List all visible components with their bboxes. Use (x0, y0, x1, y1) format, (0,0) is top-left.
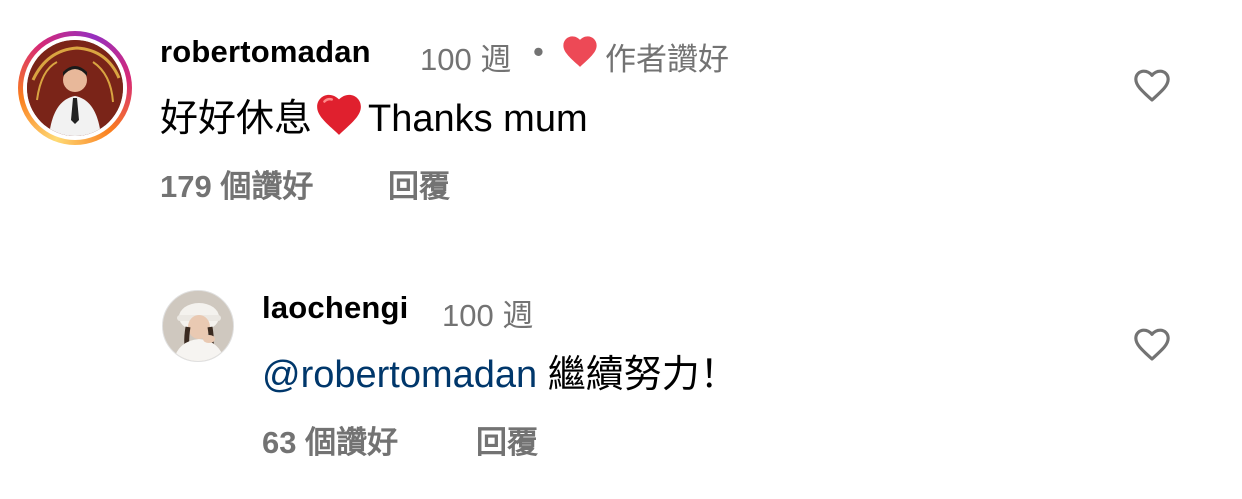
red-heart-emoji (314, 91, 366, 135)
author-liked-label: 作者讚好 (605, 42, 729, 77)
mention-link[interactable]: @robertomadan (262, 354, 537, 396)
comment-username[interactable]: robertomadan (160, 34, 371, 70)
reply-text-body: 繼續努力！ (537, 354, 738, 396)
avatar[interactable] (27, 40, 123, 136)
comment-text-start: 好好休息 (160, 98, 313, 140)
reply-time: 100 週 (442, 298, 534, 333)
reply-like-count[interactable]: 63 個讚好 (262, 417, 398, 462)
comment-time: 100 週 (420, 42, 512, 77)
comment-text: 好好休息 Thanks mum (160, 87, 588, 142)
meta-separator: • (533, 34, 544, 69)
comment-text-end: Thanks mum (368, 98, 588, 140)
reply-text: @robertomadan 繼續努力！ (262, 343, 738, 398)
heart-outline-icon[interactable] (1132, 325, 1172, 365)
reply-avatar[interactable] (162, 290, 234, 362)
heart-outline-icon[interactable] (1132, 66, 1172, 106)
comment-reply-button[interactable]: 回覆 (388, 161, 450, 206)
reply-reply-button[interactable]: 回覆 (476, 417, 538, 462)
heart-filled-icon (561, 33, 599, 74)
reply-username[interactable]: laochengi (262, 290, 409, 326)
comment-like-count[interactable]: 179 個讚好 (160, 161, 313, 206)
